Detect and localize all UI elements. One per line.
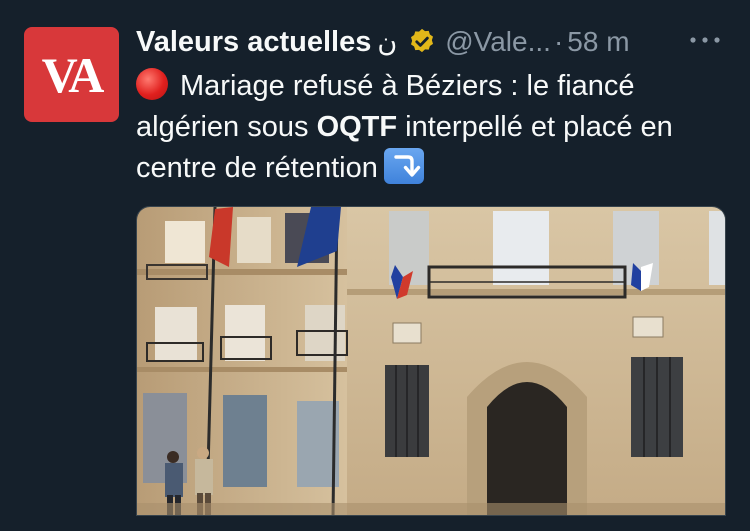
separator-dot: ·: [553, 26, 564, 57]
avatar[interactable]: VA: [24, 27, 119, 122]
tweet-media-image[interactable]: [136, 206, 726, 516]
tweet-card[interactable]: VA Valeurs actuelles ن @Vale... · 58 m M…: [0, 0, 750, 531]
more-options-icon[interactable]: [688, 30, 722, 50]
handle[interactable]: @Vale...: [445, 26, 551, 58]
avatar-logo-text: VA: [41, 46, 105, 103]
display-name[interactable]: Valeurs actuelles: [136, 26, 371, 59]
tweet-header: Valeurs actuelles ن @Vale... · 58 m: [136, 24, 736, 60]
verified-badge-icon[interactable]: [407, 27, 437, 57]
red-circle-emoji-icon: [136, 68, 168, 100]
timestamp[interactable]: 58 m: [567, 26, 629, 58]
name-suffix: ن: [377, 26, 398, 58]
tweet-text-bold: OQTF: [316, 111, 398, 143]
arrow-down-emoji-icon: [383, 148, 424, 184]
tweet-text: Mariage refusé à Béziers : le fiancé alg…: [136, 66, 736, 189]
